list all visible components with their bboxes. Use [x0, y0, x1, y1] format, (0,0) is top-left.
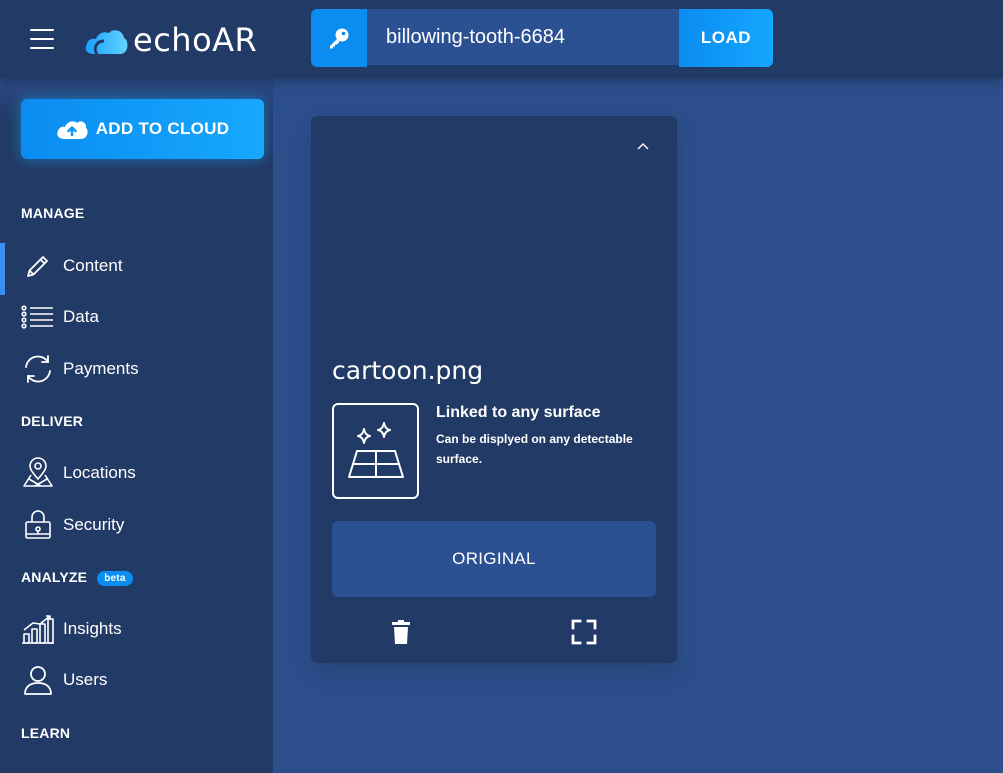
top-bar: echoAR LOAD	[0, 0, 1003, 78]
section-analyze-title: ANALYZE	[21, 569, 88, 585]
sidebar-item-label: Security	[63, 515, 125, 534]
sidebar-item-users[interactable]: Users	[0, 657, 273, 703]
chevron-up-icon[interactable]	[634, 138, 652, 156]
sidebar-item-data[interactable]: Data	[0, 294, 273, 340]
section-manage: MANAGE	[21, 205, 85, 221]
api-key-bar: LOAD	[311, 9, 773, 67]
sidebar-item-content[interactable]: Content	[0, 243, 273, 295]
section-analyze: ANALYZE beta	[21, 569, 133, 586]
sidebar-item-label: Payments	[63, 359, 139, 378]
list-icon	[21, 300, 55, 334]
cloud-logo-icon	[85, 30, 128, 55]
fullscreen-icon[interactable]	[571, 619, 597, 645]
original-button[interactable]: ORIGINAL	[332, 521, 656, 597]
file-name: cartoon.png	[332, 356, 484, 385]
hamburger-menu-icon[interactable]	[30, 29, 54, 49]
sidebar-item-label: Users	[63, 670, 108, 689]
bar-chart-icon	[21, 612, 55, 646]
sidebar-item-label: Locations	[63, 463, 136, 482]
api-key-input[interactable]	[367, 9, 679, 67]
key-icon-button[interactable]	[311, 9, 367, 67]
load-button[interactable]: LOAD	[679, 9, 773, 67]
trash-icon[interactable]	[389, 619, 413, 645]
sidebar-item-security[interactable]: Security	[0, 502, 273, 548]
section-deliver: DELIVER	[21, 413, 84, 429]
user-icon	[21, 663, 55, 697]
book-icon	[21, 767, 55, 773]
add-to-cloud-label: ADD TO CLOUD	[95, 119, 230, 138]
sidebar-item-label: Data	[63, 307, 99, 326]
logo[interactable]: echoAR	[83, 20, 257, 60]
surface-sparkle-icon	[347, 422, 404, 478]
surface-description: Can be displyed on any detectable surfac…	[436, 432, 633, 466]
sidebar-item-insights[interactable]: Insights	[0, 606, 273, 652]
sidebar-item-learn-partial[interactable]	[0, 757, 273, 773]
map-pin-icon	[21, 456, 55, 490]
key-icon	[330, 28, 349, 49]
sidebar-item-label: Insights	[63, 619, 122, 638]
sidebar-item-locations[interactable]: Locations	[0, 450, 273, 496]
add-to-cloud-button[interactable]: ADD TO CLOUD	[21, 99, 264, 159]
refresh-cycle-icon	[21, 352, 55, 386]
content-card: cartoon.png Linked to any surface Can be…	[311, 116, 677, 663]
pencil-icon	[21, 249, 55, 283]
logo-text: echoAR	[133, 21, 258, 59]
lock-icon	[21, 508, 55, 542]
sidebar-item-payments[interactable]: Payments	[0, 346, 273, 392]
section-learn: LEARN	[21, 725, 71, 741]
sidebar-item-label: Content	[63, 256, 123, 275]
beta-badge: beta	[97, 570, 133, 586]
surface-type-box[interactable]	[332, 403, 419, 499]
cloud-upload-icon	[56, 121, 88, 139]
surface-title: Linked to any surface	[436, 404, 601, 421]
